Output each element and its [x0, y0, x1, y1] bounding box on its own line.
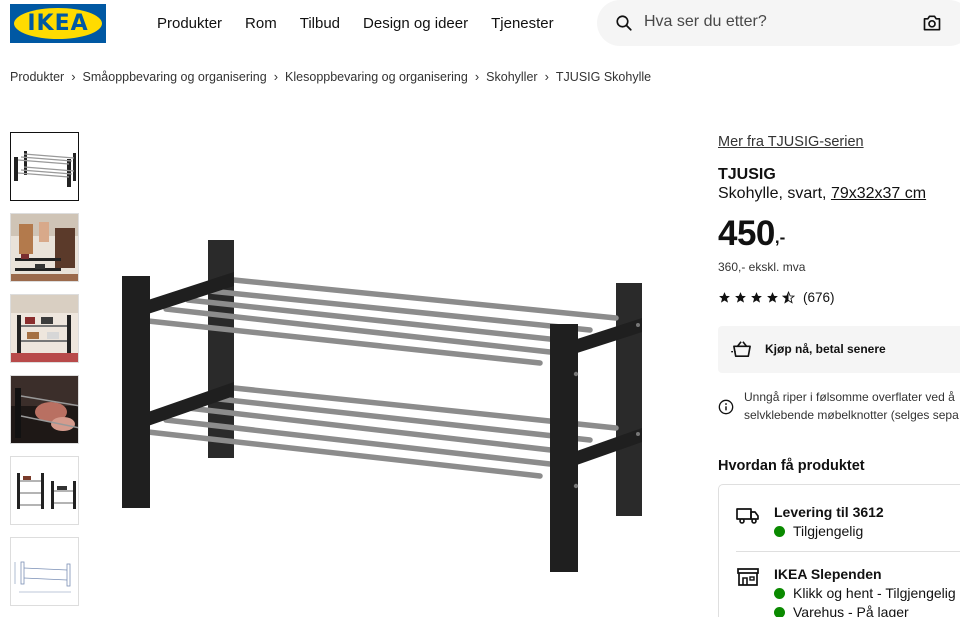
thumbnail-5[interactable] [10, 456, 79, 525]
star-icon [767, 292, 778, 303]
search-bar[interactable]: Hva ser du etter? [597, 0, 960, 46]
thumbnail-3[interactable] [10, 294, 79, 363]
info-text-line-1: Unngå riper i følsomme overflater ved å [744, 390, 955, 404]
star-icon [735, 292, 746, 303]
rating-link[interactable]: (676) [718, 290, 835, 305]
breadcrumb-smaoppbevaring[interactable]: Småoppbevaring og organisering [83, 70, 267, 84]
click-collect-text: Klikk og hent - Tilgjengelig [793, 585, 956, 601]
store-stock-text: Varehus - På lager [793, 604, 909, 617]
dimensions-link[interactable]: 79x32x37 cm [831, 185, 926, 202]
thumbnail-4[interactable] [10, 375, 79, 444]
delivery-truck-icon [736, 508, 759, 524]
hallway-photo-thumbnail [11, 214, 78, 281]
delivery-status-text: Tilgjengelig [793, 523, 864, 539]
series-link[interactable]: Mer fra TJUSIG-serien [718, 134, 864, 150]
nav-tjenester[interactable]: Tjenester [491, 15, 554, 32]
product-main-image[interactable] [100, 200, 670, 610]
screw [573, 371, 579, 377]
delivery-title: Levering til 3612 [774, 504, 884, 520]
shoes-photo-thumbnail [11, 295, 78, 362]
screw [636, 323, 640, 327]
screw [636, 432, 640, 436]
screw [573, 483, 579, 489]
logo-text: IKEA [27, 11, 89, 36]
dimensions-drawing-thumbnail [11, 538, 78, 605]
closeup-photo-thumbnail [11, 376, 78, 443]
thumbnail-1[interactable] [10, 132, 79, 201]
breadcrumb-produkter[interactable]: Produkter [10, 70, 64, 84]
delivery-status: Tilgjengelig [774, 523, 863, 539]
store-stock-status: Varehus - På lager [774, 604, 909, 617]
price-amount: 450 [718, 214, 775, 253]
info-text-line-2: selvklebende møbelknotter (selges sepa [744, 408, 959, 422]
breadcrumb-separator-icon: › [544, 69, 549, 84]
camera-search-icon[interactable] [922, 13, 942, 33]
buy-now-pay-later-button[interactable]: Kjøp nå, betal senere [718, 326, 960, 373]
buy-now-label: Kjøp nå, betal senere [765, 342, 886, 356]
leg-front-right [550, 324, 578, 572]
leg-back-right [616, 283, 642, 516]
product-description: Skohylle, svart, 79x32x37 cm [718, 185, 926, 203]
nav-produkter[interactable]: Produkter [157, 15, 222, 32]
thumbnail-gallery [10, 132, 79, 617]
availability-box: Levering til 3612 Tilgjengelig IKEA Slep… [718, 484, 960, 617]
how-to-get-title: Hvordan få produktet [718, 458, 865, 474]
shoe-rack-thumbnail [14, 151, 76, 187]
leg-front-left [122, 276, 150, 508]
store-title: IKEA Slependen [774, 566, 882, 582]
store-icon [737, 568, 759, 586]
breadcrumb-skohyller[interactable]: Skohyller [486, 70, 537, 84]
shopping-basket-icon [731, 341, 751, 358]
available-dot-icon [774, 606, 785, 617]
main-nav: Produkter Rom Tilbud Design og ideer Tje… [157, 15, 577, 32]
review-count: (676) [803, 290, 835, 305]
price-suffix: ,- [774, 228, 786, 247]
available-dot-icon [774, 525, 785, 537]
info-text: Unngå riper i følsomme overflater ved å … [744, 388, 959, 424]
breadcrumb-separator-icon: › [474, 69, 480, 84]
divider [736, 551, 960, 552]
star-rating [718, 291, 795, 304]
nav-rom[interactable]: Rom [245, 15, 277, 32]
info-icon [718, 399, 734, 415]
logo-oval: IKEA [14, 8, 102, 39]
star-icon [751, 292, 762, 303]
breadcrumb-klesoppbevaring[interactable]: Klesoppbevaring og organisering [285, 70, 468, 84]
half-star-icon [782, 291, 795, 304]
product-name: TJUSIG [718, 166, 776, 183]
search-icon[interactable] [615, 14, 633, 32]
store-click-collect-status: Klikk og hent - Tilgjengelig [774, 585, 956, 601]
thumbnail-6[interactable] [10, 537, 79, 606]
search-input[interactable]: Hva ser du etter? [644, 13, 767, 31]
available-dot-icon [774, 587, 785, 599]
nav-design-og-ideer[interactable]: Design og ideer [363, 15, 468, 32]
breadcrumb-current[interactable]: TJUSIG Skohylle [556, 70, 651, 84]
breadcrumb-separator-icon: › [71, 69, 76, 84]
nav-tilbud[interactable]: Tilbud [300, 15, 340, 32]
ikea-logo[interactable]: IKEA [10, 4, 106, 43]
breadcrumb: Produkter › Småoppbevaring og organiseri… [10, 69, 651, 84]
price: 450,- [718, 214, 785, 254]
thumbnail-2[interactable] [10, 213, 79, 282]
star-icon [719, 292, 730, 303]
price-excl-vat: 360,- ekskl. mva [718, 260, 806, 274]
breadcrumb-separator-icon: › [273, 69, 279, 84]
stacked-racks-thumbnail [11, 457, 78, 524]
product-description-text: Skohylle, svart, [718, 185, 831, 202]
